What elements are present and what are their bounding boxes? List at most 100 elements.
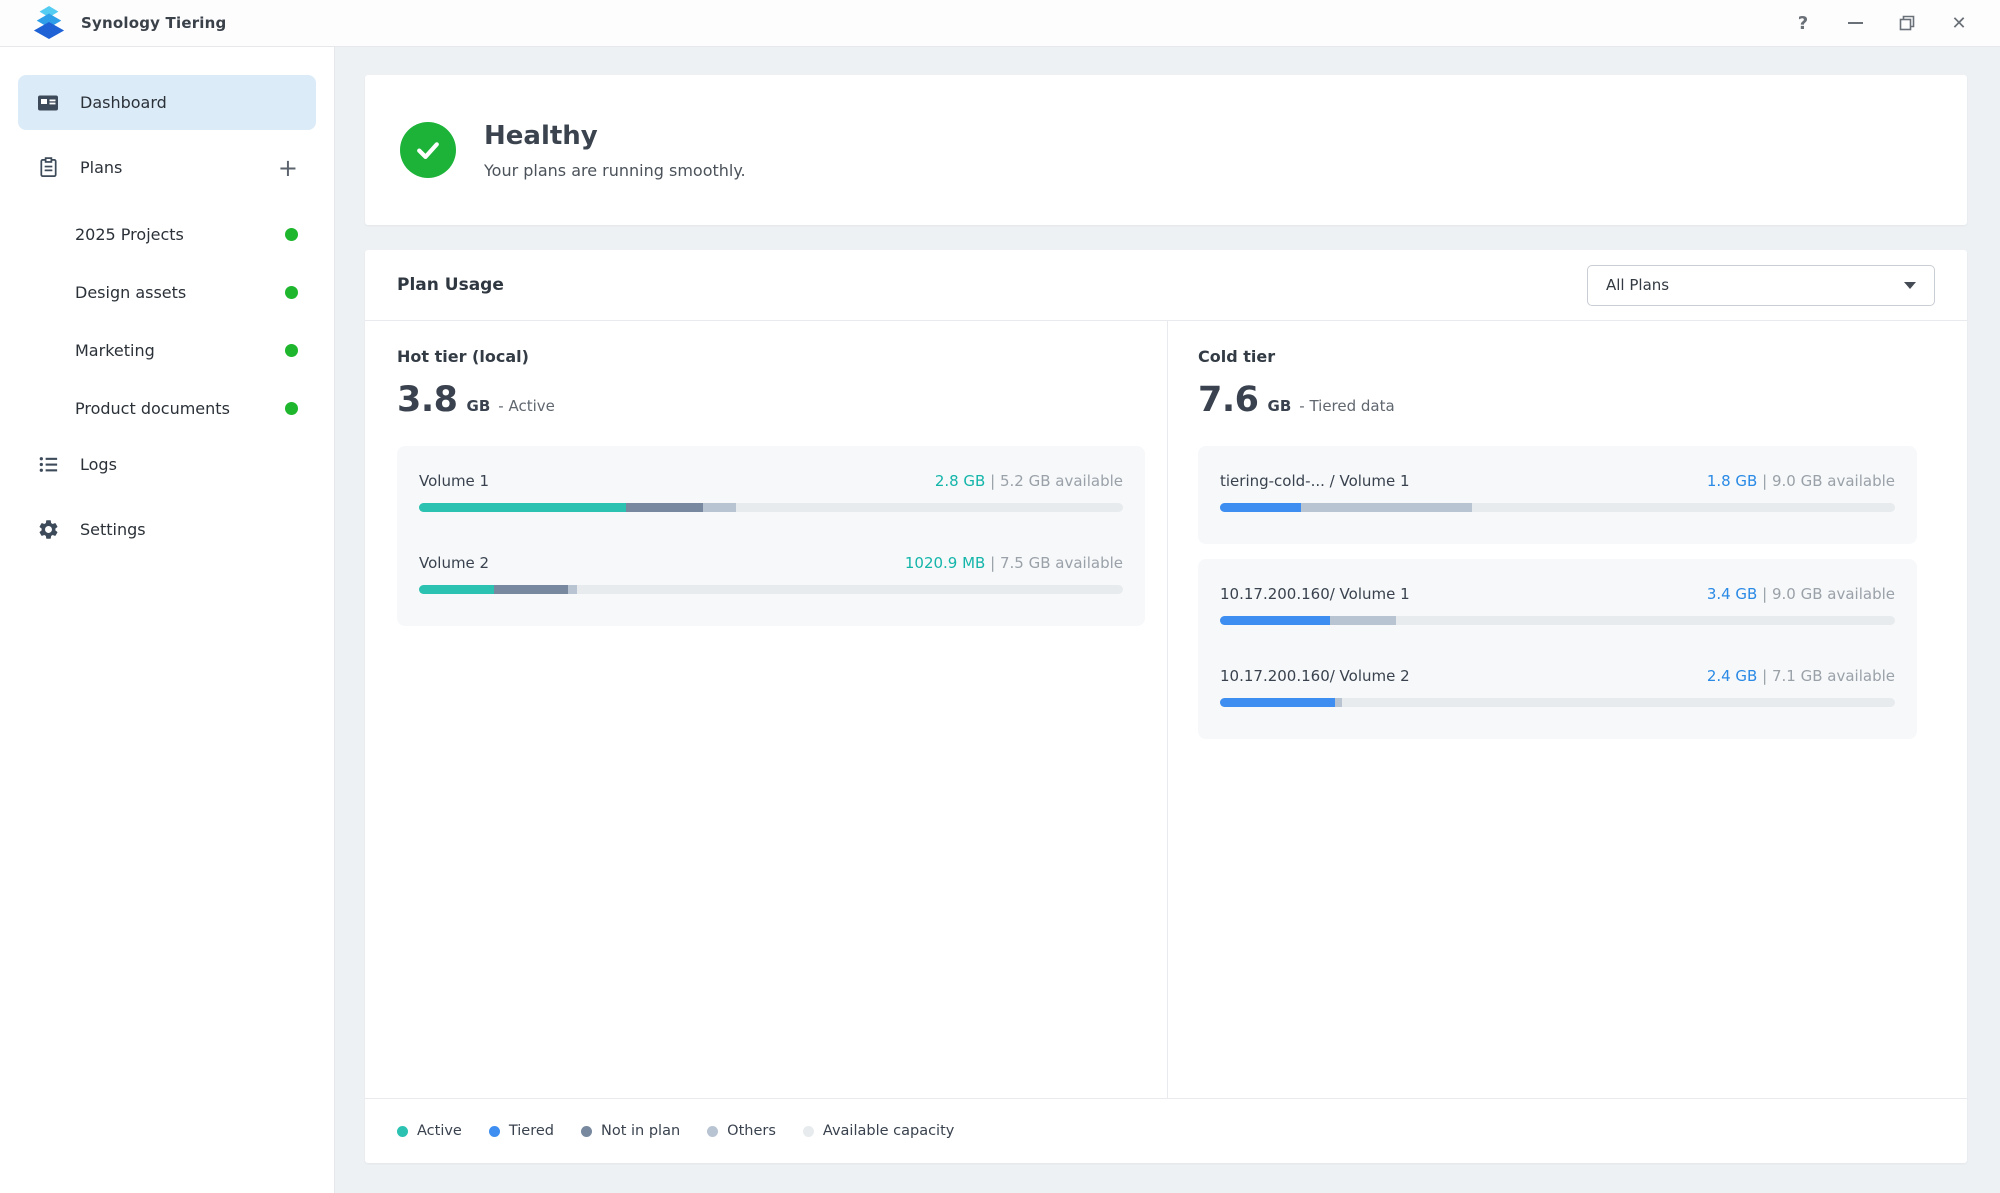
plan-label: Product documents (75, 399, 230, 418)
legend-dot (803, 1126, 814, 1137)
volume-available: 9.0 GB available (1772, 472, 1895, 490)
health-status-card: Healthy Your plans are running smoothly. (365, 75, 1967, 225)
volume-used: 2.8 GB (935, 472, 986, 490)
volume-row: 10.17.200.160/ Volume 2 2.4 GB | 7.1 GB … (1220, 667, 1895, 707)
usage-bar (1220, 616, 1895, 625)
bar-segment-tiered (1220, 698, 1335, 707)
window-controls: ? ✕ (1792, 12, 1970, 34)
bar-segment-not_in_plan (626, 503, 703, 512)
usage-bar (1220, 503, 1895, 512)
bar-segment-others (1330, 616, 1396, 625)
sidebar-item-settings[interactable]: Settings (18, 502, 316, 557)
legend-dot (581, 1126, 592, 1137)
volume-row: 10.17.200.160/ Volume 1 3.4 GB | 9.0 GB … (1220, 585, 1895, 625)
volume-name: Volume 1 (419, 472, 489, 490)
plan-usage-card: Plan Usage All Plans Hot tier (local) 3.… (365, 250, 1967, 1163)
legend-item-tiered: Tiered (489, 1123, 554, 1139)
hot-tier-suffix: - Active (498, 397, 555, 415)
cold-tier-title: Cold tier (1198, 347, 1917, 366)
healthy-check-icon (400, 122, 456, 178)
plan-filter-dropdown[interactable]: All Plans (1587, 265, 1935, 306)
volume-name: tiering-cold-... / Volume 1 (1220, 472, 1410, 490)
sidebar-item-plans[interactable]: Plans + (18, 140, 316, 195)
sidebar-item-logs[interactable]: Logs (18, 437, 316, 492)
volume-available: 5.2 GB available (1000, 472, 1123, 490)
volume-available: 9.0 GB available (1772, 585, 1895, 603)
volume-available: 7.5 GB available (1000, 554, 1123, 572)
plan-usage-title: Plan Usage (397, 275, 504, 295)
chevron-down-icon (1904, 282, 1916, 289)
cold-tier-suffix: - Tiered data (1299, 397, 1394, 415)
legend-dot (489, 1126, 500, 1137)
volume-used: 1020.9 MB (905, 554, 986, 572)
health-status-title: Healthy (484, 121, 746, 151)
cold-tier-value: 7.6 (1198, 380, 1259, 420)
volume-name: Volume 2 (419, 554, 489, 572)
volume-used: 2.4 GB (1707, 667, 1758, 685)
legend-item-others: Others (707, 1123, 776, 1139)
sidebar-plan-product-documents[interactable]: Product documents (18, 379, 316, 437)
legend-dot (397, 1126, 408, 1137)
volume-available: 7.1 GB available (1772, 667, 1895, 685)
volume-row: Volume 1 2.8 GB | 5.2 GB available (419, 472, 1123, 512)
bar-segment-not_in_plan (494, 585, 569, 594)
sidebar-item-label: Dashboard (80, 93, 167, 112)
legend-dot (707, 1126, 718, 1137)
bar-segment-active (419, 585, 494, 594)
legend-item-available-capacity: Available capacity (803, 1123, 954, 1139)
minimize-icon[interactable] (1844, 12, 1866, 34)
cold-volume-group: tiering-cold-... / Volume 1 1.8 GB | 9.0… (1198, 446, 1917, 544)
add-plan-icon[interactable]: + (278, 156, 298, 180)
sidebar: Dashboard Plans + 2025 Projects Design a… (0, 47, 335, 1193)
hot-tier-value: 3.8 (397, 380, 458, 420)
volume-name: 10.17.200.160/ Volume 2 (1220, 667, 1410, 685)
usage-bar (1220, 698, 1895, 707)
sidebar-item-label: Settings (80, 520, 146, 539)
volume-name: 10.17.200.160/ Volume 1 (1220, 585, 1410, 603)
synology-tiering-logo (30, 6, 68, 40)
cold-volume-group: 10.17.200.160/ Volume 1 3.4 GB | 9.0 GB … (1198, 559, 1917, 739)
gear-icon (36, 518, 60, 542)
hot-volume-group: Volume 1 2.8 GB | 5.2 GB available (397, 446, 1145, 626)
bar-segment-tiered (1220, 503, 1301, 512)
bar-segment-active (419, 503, 626, 512)
sidebar-plan-design-assets[interactable]: Design assets (18, 263, 316, 321)
plan-label: 2025 Projects (75, 225, 184, 244)
hot-tier-section: Hot tier (local) 3.8 GB - Active Volume … (365, 321, 1167, 1098)
sidebar-item-dashboard[interactable]: Dashboard (18, 75, 316, 130)
titlebar: Synology Tiering ? ✕ (0, 0, 2000, 47)
usage-legend: Active Tiered Not in plan Others Availab… (365, 1098, 1967, 1163)
volume-used: 3.4 GB (1707, 585, 1758, 603)
sidebar-plan-2025-projects[interactable]: 2025 Projects (18, 205, 316, 263)
hot-tier-unit: GB (467, 397, 491, 415)
clipboard-icon (36, 156, 60, 180)
app-window: Synology Tiering ? ✕ (0, 0, 2000, 1193)
plan-filter-value: All Plans (1606, 276, 1669, 294)
sidebar-item-label: Plans (80, 158, 122, 177)
volume-used: 1.8 GB (1707, 472, 1758, 490)
usage-bar (419, 503, 1123, 512)
bar-segment-tiered (1220, 616, 1330, 625)
bar-segment-others (568, 585, 577, 594)
legend-item-not-in-plan: Not in plan (581, 1123, 680, 1139)
dashboard-icon (36, 91, 60, 115)
volume-row: tiering-cold-... / Volume 1 1.8 GB | 9.0… (1220, 472, 1895, 512)
legend-item-active: Active (397, 1123, 462, 1139)
health-status-message: Your plans are running smoothly. (484, 161, 746, 180)
close-icon[interactable]: ✕ (1948, 12, 1970, 34)
volume-row: Volume 2 1020.9 MB | 7.5 GB available (419, 554, 1123, 594)
cold-tier-section: Cold tier 7.6 GB - Tiered data tiering-c… (1167, 321, 1967, 1098)
main-content: Healthy Your plans are running smoothly.… (335, 47, 2000, 1193)
bar-segment-others (703, 503, 736, 512)
hot-tier-title: Hot tier (local) (397, 347, 1145, 366)
help-icon[interactable]: ? (1792, 12, 1814, 34)
sidebar-plan-marketing[interactable]: Marketing (18, 321, 316, 379)
app-title: Synology Tiering (81, 14, 226, 32)
plan-label: Marketing (75, 341, 155, 360)
plan-usage-header: Plan Usage All Plans (365, 250, 1967, 321)
bar-segment-others (1335, 698, 1342, 707)
restore-icon[interactable] (1896, 12, 1918, 34)
logs-icon (36, 453, 60, 477)
status-dot (285, 402, 298, 415)
usage-bar (419, 585, 1123, 594)
